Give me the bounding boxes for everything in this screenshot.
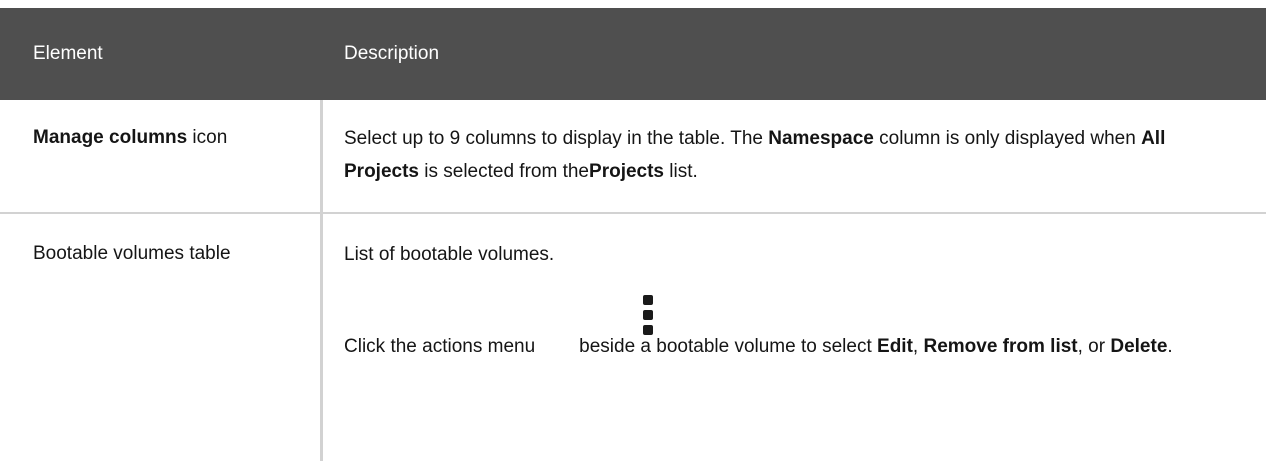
desc-term-remove-from-list: Remove from list (923, 336, 1078, 357)
desc-text: , (912, 336, 924, 357)
table-header: Element Description (0, 8, 1266, 100)
desc-term-edit: Edit (877, 336, 913, 357)
desc-text: , or (1077, 336, 1111, 357)
desc-text: Click the actions menu (344, 336, 536, 357)
desc-term-delete: Delete (1110, 336, 1168, 357)
desc-paragraph: Click the actions menu beside a bootable … (344, 295, 1244, 363)
kebab-menu-icon (643, 295, 653, 339)
desc-term-namespace: Namespace (768, 128, 874, 149)
element-cell: Manage columns icon (33, 122, 227, 154)
desc-text: column is only displayed when (873, 128, 1142, 149)
desc-text: Select up to 9 columns to display in the… (344, 128, 769, 149)
column-divider (320, 100, 323, 212)
description-cell: Select up to 9 columns to display in the… (344, 122, 1244, 188)
header-description: Description (344, 43, 440, 64)
reference-table: Element Description Manage columns icon … (0, 0, 1266, 461)
column-divider (320, 214, 323, 461)
element-name: Manage columns (33, 127, 188, 148)
desc-text: beside a bootable volume to select (579, 336, 878, 357)
table-row: Bootable volumes table List of bootable … (0, 214, 1266, 461)
header-element: Element (33, 43, 103, 64)
element-suffix: icon (187, 127, 228, 148)
element-cell: Bootable volumes table (33, 243, 231, 264)
table-row: Manage columns icon Select up to 9 colum… (0, 100, 1266, 214)
desc-text: is selected from the (418, 161, 590, 182)
desc-term-projects: Projects (589, 161, 664, 182)
desc-text: . (1167, 336, 1173, 357)
desc-paragraph: List of bootable volumes. (344, 244, 555, 265)
desc-text: list. (664, 161, 698, 182)
description-cell: List of bootable volumes. Click the acti… (344, 238, 1244, 363)
